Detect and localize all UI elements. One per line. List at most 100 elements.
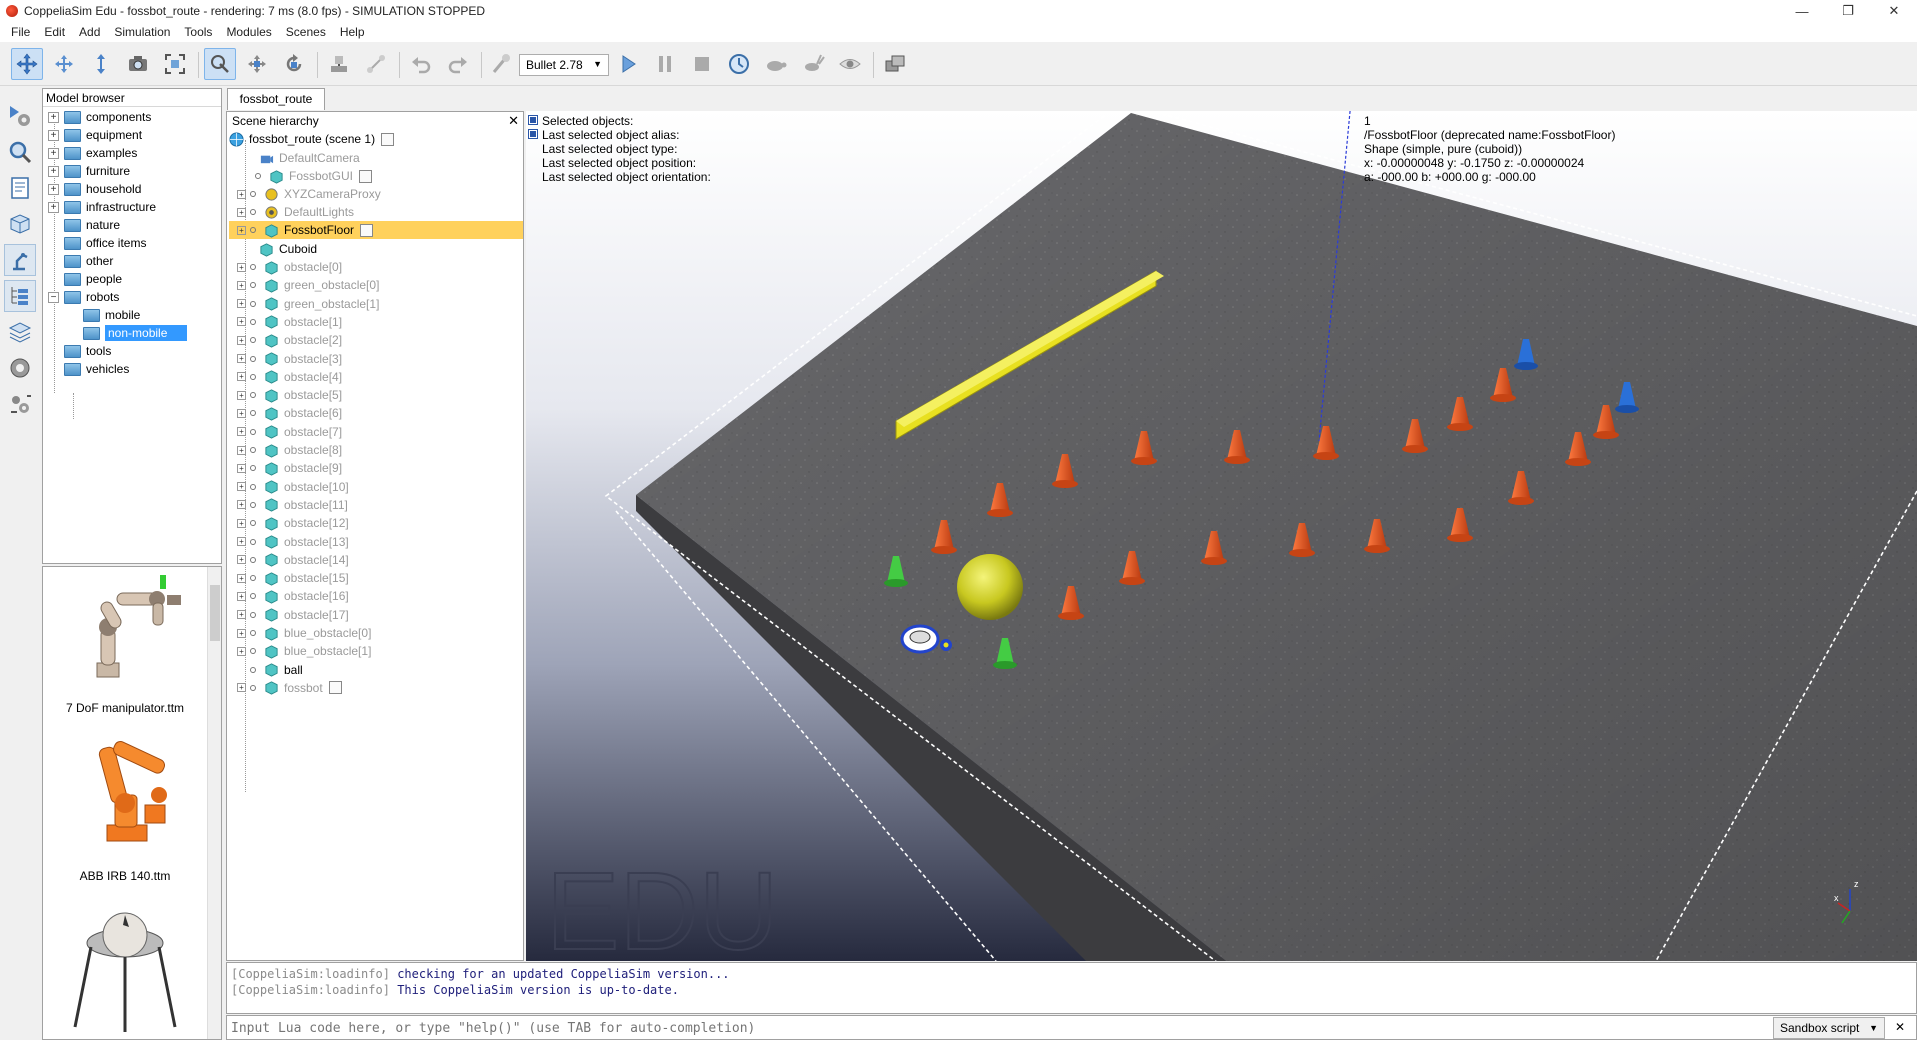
visibility-dot-icon[interactable] [250, 465, 256, 472]
visibility-dot-icon[interactable] [250, 355, 256, 362]
expand-icon[interactable]: + [237, 372, 246, 382]
tree-item-obstacle-5[interactable]: + obstacle[5] [237, 386, 342, 404]
tree-item-obstacle-13[interactable]: + obstacle[13] [237, 533, 349, 551]
model-folder-non-mobile[interactable]: non-mobile [83, 324, 188, 342]
undo-button[interactable] [405, 48, 437, 80]
transfer-dna-button[interactable] [360, 48, 392, 80]
child-script-icon[interactable] [359, 169, 373, 183]
tree-item-obstacle-2[interactable]: + obstacle[2] [237, 331, 342, 349]
pause-simulation-button[interactable] [649, 48, 681, 80]
model-thumbnail[interactable]: 7 DoF manipulator.ttm [43, 571, 207, 721]
user-settings-button[interactable] [4, 388, 36, 420]
visibility-dot-icon[interactable] [250, 191, 256, 197]
expand-icon[interactable]: + [237, 390, 246, 400]
simulation-settings-button[interactable] [4, 100, 36, 132]
dynamics-toggle-button[interactable] [485, 48, 517, 80]
visibility-dot-icon[interactable] [250, 300, 256, 307]
model-folder-household[interactable]: + household [48, 180, 141, 198]
scene-switch-button[interactable] [879, 48, 911, 80]
visibility-dot-icon[interactable] [250, 684, 256, 691]
visibility-dot-icon[interactable] [250, 593, 256, 600]
visualization-toggle-button[interactable] [834, 48, 866, 80]
tree-item-obstacle-11[interactable]: + obstacle[11] [237, 496, 348, 514]
redo-button[interactable] [442, 48, 474, 80]
visibility-dot-icon[interactable] [250, 227, 256, 233]
fit-to-view-button[interactable] [159, 48, 191, 80]
tree-item-obstacle-12[interactable]: + obstacle[12] [237, 514, 349, 532]
model-thumbnail[interactable]: ABB IRB 140.ttm [43, 725, 207, 883]
close-icon[interactable]: ✕ [508, 112, 519, 130]
visibility-dot-icon[interactable] [250, 410, 256, 417]
tree-item-obstacle-9[interactable]: + obstacle[9] [237, 459, 342, 477]
expand-icon[interactable]: + [237, 573, 246, 583]
model-folder-furniture[interactable]: + furniture [48, 162, 130, 180]
menu-tools[interactable]: Tools [177, 25, 219, 39]
menu-simulation[interactable]: Simulation [107, 25, 177, 39]
expand-icon[interactable]: + [237, 207, 246, 217]
physics-engine-select[interactable]: Bullet 2.78 ▼ [519, 54, 609, 76]
info-toggle-icon[interactable] [528, 129, 538, 139]
model-folder-robots[interactable]: − robots [48, 288, 119, 306]
object-shift-button[interactable] [241, 48, 273, 80]
info-toggle-icon[interactable] [528, 115, 538, 125]
model-thumbnail[interactable] [43, 907, 207, 1037]
expand-icon[interactable]: + [237, 445, 246, 455]
model-browser-toggle-button[interactable] [4, 244, 36, 276]
expand-icon[interactable]: + [237, 189, 246, 199]
close-window-button[interactable]: ✕ [1871, 0, 1917, 22]
tree-item-fossbotgui[interactable]: FossbotGUI [251, 167, 373, 185]
tree-item-cuboid[interactable]: Cuboid [251, 240, 317, 258]
tree-item-blue-obstacle-1[interactable]: + blue_obstacle[1] [237, 642, 371, 660]
lua-code-input[interactable] [229, 1018, 1769, 1038]
expand-icon[interactable]: + [237, 482, 246, 492]
expand-icon[interactable]: + [237, 335, 246, 345]
visibility-dot-icon[interactable] [250, 538, 256, 545]
camera-pan-button[interactable] [11, 48, 43, 80]
real-time-button[interactable] [723, 48, 755, 80]
expand-icon[interactable]: + [48, 129, 59, 141]
tree-item-green-obstacle-0[interactable]: + green_obstacle[0] [237, 276, 379, 294]
tree-item-obstacle-7[interactable]: + obstacle[7] [237, 423, 342, 441]
scene-hierarchy-toggle-button[interactable] [4, 280, 36, 312]
tree-item-defaultcamera[interactable]: DefaultCamera [251, 149, 360, 167]
environment-button[interactable] [4, 352, 36, 384]
expand-icon[interactable]: + [237, 299, 246, 309]
visibility-dot-icon[interactable] [250, 318, 256, 325]
expand-icon[interactable]: + [237, 225, 246, 235]
expand-icon[interactable]: + [48, 201, 59, 213]
tree-item-fossbot[interactable]: + fossbot [237, 679, 342, 697]
stop-simulation-button[interactable] [686, 48, 718, 80]
expand-icon[interactable]: + [237, 555, 246, 565]
menu-modules[interactable]: Modules [219, 25, 278, 39]
slow-down-button[interactable] [760, 48, 792, 80]
visibility-dot-icon[interactable] [250, 282, 256, 289]
expand-icon[interactable]: + [48, 147, 59, 159]
visibility-dot-icon[interactable] [250, 630, 256, 636]
visibility-dot-icon[interactable] [250, 373, 256, 380]
expand-icon[interactable]: + [237, 628, 246, 638]
visibility-dot-icon[interactable] [255, 173, 261, 179]
expand-icon[interactable]: + [237, 500, 246, 510]
menu-add[interactable]: Add [72, 25, 107, 39]
tree-item-xyzcameraproxy[interactable]: + XYZCameraProxy [237, 185, 381, 203]
collapse-icon[interactable]: − [48, 291, 59, 303]
menu-edit[interactable]: Edit [37, 25, 72, 39]
expand-icon[interactable]: + [48, 183, 59, 195]
scene-root[interactable]: fossbot_route (scene 1) [229, 130, 395, 148]
visibility-dot-icon[interactable] [250, 483, 256, 490]
script-selector[interactable]: Sandbox script ▼ [1773, 1017, 1885, 1039]
tree-item-obstacle-15[interactable]: + obstacle[15] [237, 569, 349, 587]
model-folder-examples[interactable]: + examples [48, 144, 137, 162]
model-folder-vehicles[interactable]: vehicles [64, 360, 129, 378]
tree-item-green-obstacle-1[interactable]: + green_obstacle[1] [237, 295, 379, 313]
expand-icon[interactable]: + [237, 518, 246, 528]
tree-item-obstacle-6[interactable]: + obstacle[6] [237, 404, 342, 422]
visibility-dot-icon[interactable] [250, 209, 256, 215]
visibility-dot-icon[interactable] [250, 264, 256, 270]
menu-scenes[interactable]: Scenes [279, 25, 333, 39]
scene-render[interactable]: EDU x z [526, 111, 1917, 961]
tree-item-obstacle-8[interactable]: + obstacle[8] [237, 441, 342, 459]
visibility-dot-icon[interactable] [250, 392, 256, 399]
model-folder-components[interactable]: + components [48, 108, 151, 126]
expand-icon[interactable]: + [237, 354, 246, 363]
